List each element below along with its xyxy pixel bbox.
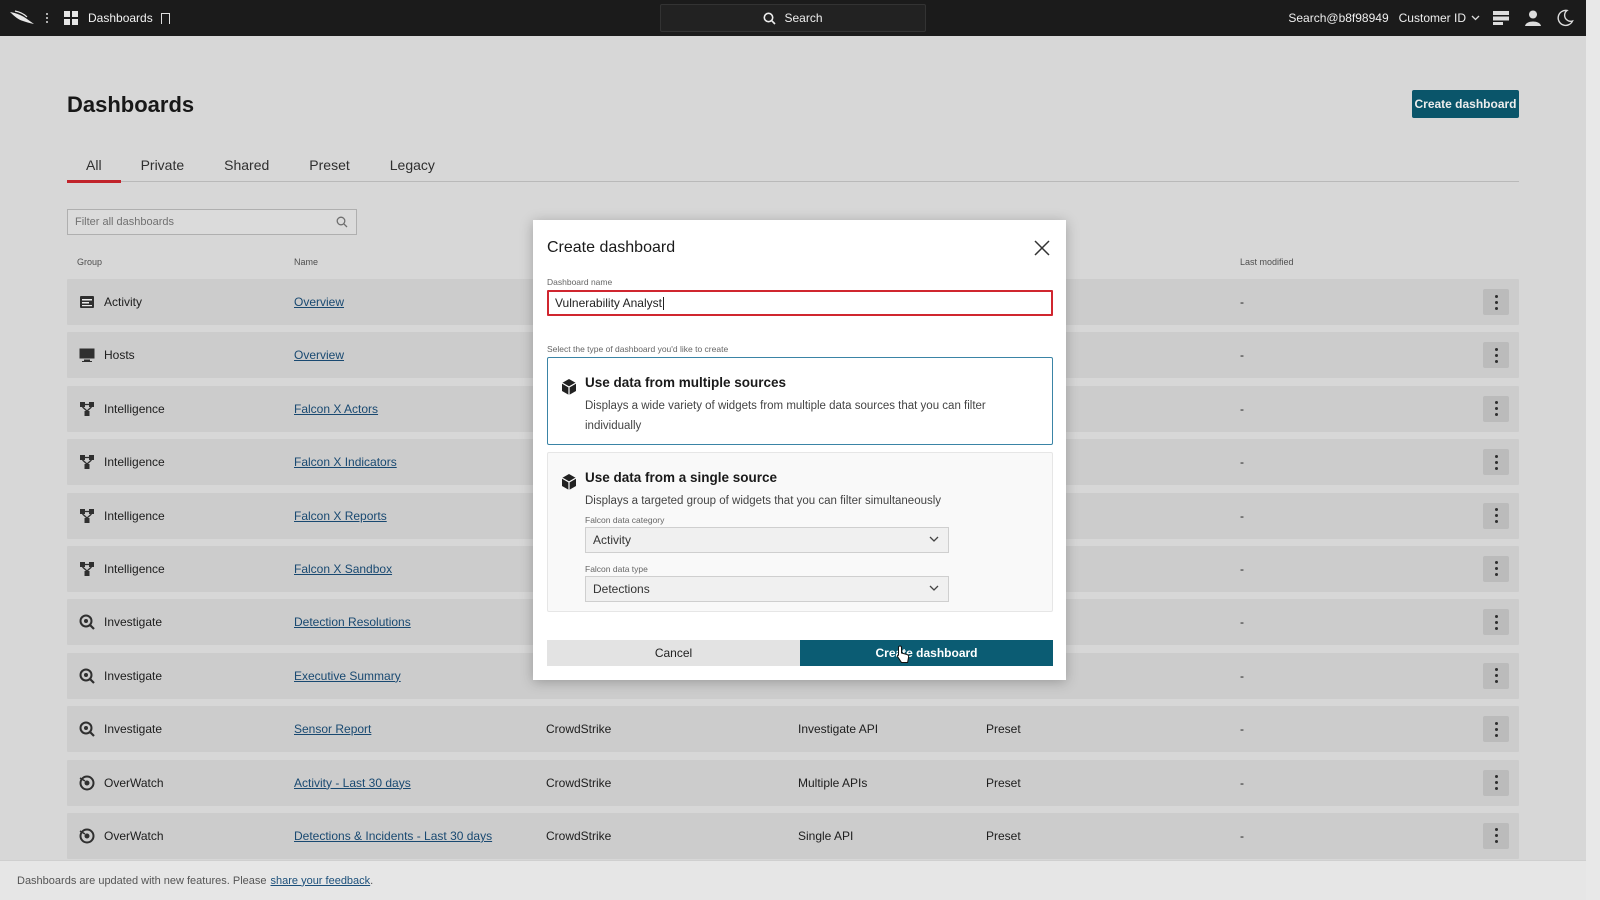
- close-icon[interactable]: [1032, 238, 1052, 258]
- cube-icon: [561, 474, 577, 490]
- search-label: Search: [784, 11, 823, 25]
- falcon-data-type-select[interactable]: Detections: [585, 576, 949, 602]
- chevron-down-icon: [929, 536, 939, 542]
- dark-mode-moon-icon[interactable]: [1554, 7, 1576, 29]
- share-feedback-link[interactable]: share your feedback: [271, 875, 371, 887]
- customer-id-label: Customer ID: [1398, 11, 1466, 25]
- option-single-description: Displays a targeted group of widgets tha…: [585, 495, 942, 507]
- user-icon[interactable]: [1522, 7, 1544, 29]
- option-multi-title: Use data from multiple sources: [585, 375, 787, 390]
- option-multiple-sources[interactable]: Use data from multiple sources Displays …: [547, 357, 1053, 445]
- modal-create-dashboard-button[interactable]: Create dashboard: [800, 640, 1053, 666]
- user-account-label[interactable]: Search@b8f98949: [1288, 11, 1388, 25]
- data-type-label: Falcon data type: [585, 564, 648, 574]
- falcon-data-category-select[interactable]: Activity: [585, 527, 949, 553]
- topbar-right: Search@b8f98949 Customer ID: [1288, 0, 1586, 36]
- data-type-value: Detections: [593, 582, 650, 596]
- messages-icon[interactable]: [1490, 7, 1512, 29]
- dashboard-name-input[interactable]: Vulnerability Analyst: [547, 290, 1053, 316]
- cancel-button[interactable]: Cancel: [547, 640, 800, 666]
- modal-title: Create dashboard: [547, 239, 676, 256]
- dashboard-name-label: Dashboard name: [547, 277, 613, 287]
- mouse-cursor-icon: [896, 645, 910, 663]
- option-single-title: Use data from a single source: [585, 470, 778, 485]
- search-icon: [763, 12, 777, 25]
- dashboard-name-value: Vulnerability Analyst: [555, 296, 662, 310]
- dashboard-type-prompt: Select the type of dashboard you'd like …: [547, 344, 729, 354]
- chevron-down-icon: [1471, 15, 1480, 21]
- dashboards-grid-icon: [64, 11, 78, 25]
- feedback-notice: Dashboards are updated with new features…: [0, 860, 1586, 900]
- app-menu-icon[interactable]: [42, 13, 52, 23]
- text-caret: [662, 296, 664, 310]
- topbar-left: Dashboards: [0, 0, 170, 36]
- global-search[interactable]: Search: [660, 4, 926, 32]
- cube-icon: [561, 379, 577, 395]
- feedback-suffix: .: [370, 874, 374, 887]
- option-multi-description: Displays a wide variety of widgets from …: [585, 400, 986, 432]
- category-value: Activity: [593, 533, 632, 547]
- top-bar: Dashboards Search Search@b8f98949 Custom…: [0, 0, 1586, 36]
- option-single-source[interactable]: Use data from a single source Displays a…: [547, 452, 1053, 612]
- customer-id-dropdown[interactable]: Customer ID: [1399, 11, 1480, 25]
- chevron-down-icon: [929, 585, 939, 591]
- bookmark-icon[interactable]: [160, 12, 170, 27]
- create-dashboard-modal: Create dashboard Dashboard name Vulnerab…: [533, 220, 1066, 680]
- feedback-text: Dashboards are updated with new features…: [17, 874, 267, 887]
- app-title[interactable]: Dashboards: [88, 11, 153, 25]
- falcon-logo-icon[interactable]: [8, 8, 36, 28]
- category-label: Falcon data category: [585, 515, 665, 525]
